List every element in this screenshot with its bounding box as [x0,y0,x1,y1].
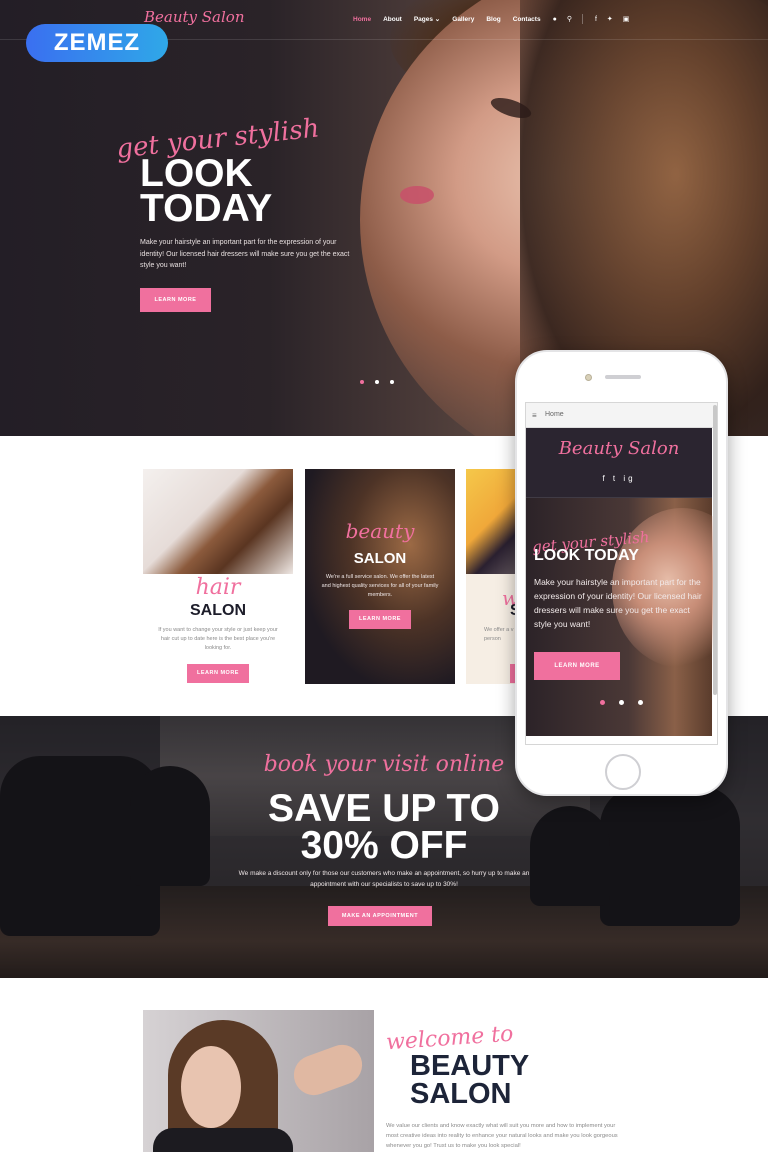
phone-home-button [605,754,641,790]
mobile-social-icons[interactable]: f t ig [526,474,712,483]
slider-dot-2[interactable] [375,380,379,384]
hero-title-line2: TODAY [140,187,273,230]
service-title: SALON [353,550,407,567]
welcome-model-face [181,1046,241,1128]
mobile-learn-more-button[interactable]: LEARN MORE [534,652,620,680]
mobile-header: Beauty Salon f t ig [526,428,712,498]
site-logo[interactable]: Beauty Salon [144,8,244,26]
nav-contacts[interactable]: Contacts [513,16,541,23]
mobile-dot-3[interactable] [638,700,643,705]
phone-camera [585,374,592,381]
service-card-hair: hair SALON If you want to change your st… [143,469,293,684]
instagram-icon[interactable]: ▣ [623,15,630,23]
user-icon[interactable]: ● [553,16,557,23]
hero-model-lips [400,186,434,204]
mobile-hero-text: Make your hairstyle an important part fo… [534,577,702,629]
welcome-model-cape [153,1128,293,1152]
mobile-dot-1[interactable] [600,700,605,705]
mobile-topbar: ≡ Home [526,403,717,428]
mobile-hero: get your stylish LOOK TODAY Make your ha… [526,498,717,736]
service-learn-more-button[interactable]: LEARN MORE [349,610,411,629]
service-card-beauty: beauty SALON We're a full service salon.… [305,469,455,684]
hero-title: LOOK TODAY [140,152,273,230]
service-learn-more-button[interactable]: LEARN MORE [187,664,249,683]
mobile-hero-title: LOOK TODAY [534,547,639,564]
welcome-title-line1: BEAUTY [410,1050,530,1082]
nav-pages[interactable]: Pages ⌄ [414,15,440,23]
phone-mockup: ≡ Home Beauty Salon f t ig get your styl… [515,350,728,796]
hamburger-icon[interactable]: ≡ [532,411,537,420]
service-title: SALON [190,602,246,619]
main-nav: Home About Pages ⌄ Gallery Blog Contacts… [353,14,639,24]
phone-speaker [605,375,641,379]
twitter-icon[interactable]: ✦ [607,15,613,23]
make-appointment-button[interactable]: MAKE AN APPOINTMENT [328,906,432,926]
chevron-down-icon: ⌄ [433,16,441,23]
promo-title: SAVE UP TO 30% OFF [0,789,768,867]
hero-title-line1: LOOK [140,152,253,195]
service-text: If you want to change your style or just… [158,627,278,651]
slider-dot-3[interactable] [390,380,394,384]
welcome-title: BEAUTY SALON [410,1050,530,1110]
search-icon[interactable]: ⚲ [567,15,572,23]
stylist-hand [288,1039,368,1101]
nav-pages-label: Pages [413,16,433,23]
welcome-description: We value our clients and know exactly wh… [386,1123,618,1149]
mobile-slider-dots [600,700,643,705]
zemez-badge[interactable]: ZEMEZ [26,24,168,62]
nav-divider [581,14,583,24]
service-text: We're a full service salon. We offer the… [321,574,439,598]
service-script: hair [195,575,241,600]
welcome-title-line2: SALON [410,1078,512,1110]
hero-description: Make your hairstyle an important part fo… [140,239,350,269]
facebook-icon[interactable]: f [595,16,597,23]
promo-title-line2: 30% OFF [300,824,468,867]
promo-description: We make a discount only for those our cu… [238,870,530,888]
mobile-page-label: Home [545,411,564,418]
mobile-logo[interactable]: Beauty Salon [526,438,712,459]
service-script: beauty [345,519,415,543]
nav-blog[interactable]: Blog [486,16,500,23]
nav-gallery[interactable]: Gallery [452,16,474,23]
phone-screen: ≡ Home Beauty Salon f t ig get your styl… [525,402,718,745]
hair-salon-photo [143,469,293,574]
hero-slider-dots [360,380,394,384]
mobile-scrollbar[interactable] [713,405,717,695]
slider-dot-1[interactable] [360,380,364,384]
hero-learn-more-button[interactable]: LEARN MORE [140,288,211,312]
nav-home[interactable]: Home [353,16,371,23]
nav-about[interactable]: About [383,16,402,23]
welcome-photo [143,1010,374,1152]
mobile-dot-2[interactable] [619,700,624,705]
